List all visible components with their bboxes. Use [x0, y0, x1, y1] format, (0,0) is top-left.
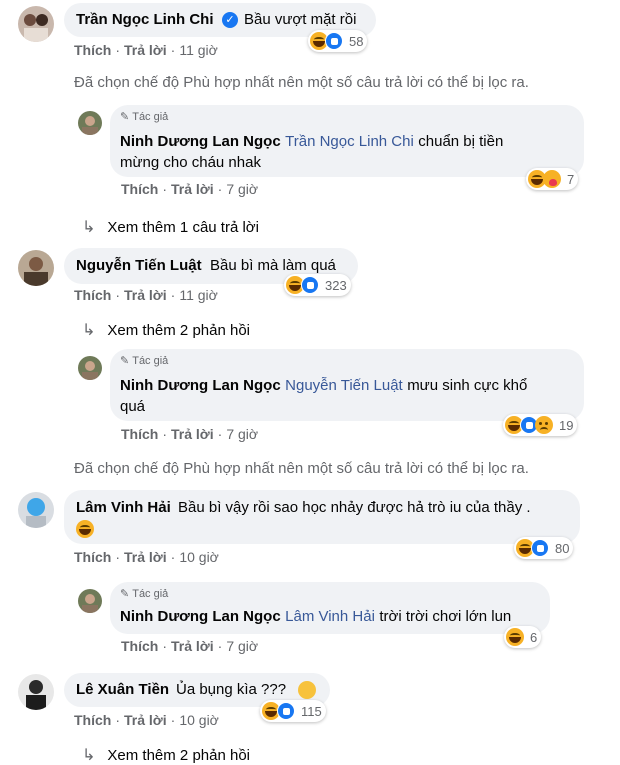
reaction-count: 58 — [349, 33, 364, 49]
comment-text: Bầu bì mà làm quá — [210, 257, 336, 274]
comment-actions: Thích · Trả lời · 10 giờ — [74, 549, 219, 565]
like-icon — [531, 539, 549, 557]
reply-link[interactable]: Trả lời — [124, 42, 167, 58]
like-icon — [277, 702, 295, 720]
reply-text: chuẩn bị tiền — [418, 133, 504, 150]
reply-link[interactable]: Trả lời — [124, 712, 167, 728]
reaction-count: 6 — [530, 629, 538, 645]
author-badge: ✎ Tác giả — [120, 110, 169, 124]
like-link[interactable]: Thích — [74, 42, 111, 58]
reply-link[interactable]: Trả lời — [171, 426, 214, 442]
sad-icon — [535, 416, 553, 434]
view-more-replies[interactable]: ↳ Xem thêm 2 phản hồi — [82, 745, 250, 765]
reply-link[interactable]: Trả lời — [124, 549, 167, 565]
reply-text: mừng cho cháu nhak — [120, 154, 261, 171]
like-link[interactable]: Thích — [74, 712, 111, 728]
like-icon — [325, 32, 343, 50]
reply-author[interactable]: Ninh Dương Lan Ngọc — [120, 377, 281, 394]
reaction-count: 7 — [567, 171, 575, 187]
view-more-replies[interactable]: ↳ Xem thêm 1 câu trả lời — [82, 217, 259, 237]
reply-bubble: ✎ Tác giả Ninh Dương Lan Ngọc Nguyễn Tiến… — [110, 349, 584, 421]
reaction-count: 19 — [559, 417, 574, 433]
mention-link[interactable]: Lâm Vinh Hải — [285, 608, 375, 625]
reply-actions: Thích · Trả lời · 7 giờ — [121, 426, 259, 442]
timestamp[interactable]: 11 giờ — [179, 287, 218, 303]
timestamp[interactable]: 10 giờ — [179, 712, 219, 728]
avatar-tran-ngoc-linh-chi[interactable] — [18, 6, 54, 42]
author-badge: ✎ Tác giả — [120, 354, 169, 368]
filter-note: Đã chọn chế độ Phù hợp nhất nên một số c… — [74, 460, 529, 477]
author-badge: ✎ Tác giả — [120, 587, 169, 601]
timestamp[interactable]: 10 giờ — [179, 549, 219, 565]
timestamp[interactable]: 11 giờ — [179, 42, 218, 58]
comment-author[interactable]: Trần Ngọc Linh Chi — [76, 11, 214, 28]
like-link[interactable]: Thích — [74, 549, 111, 565]
reply-link[interactable]: Trả lời — [171, 181, 214, 197]
reaction-summary[interactable]: 80 — [514, 537, 574, 559]
reply-arrow-icon: ↳ — [82, 322, 96, 339]
reply-link[interactable]: Trả lời — [171, 638, 214, 654]
reply-arrow-icon: ↳ — [82, 747, 96, 764]
comment-actions: Thích · Trả lời · 10 giờ — [74, 712, 219, 728]
filter-note: Đã chọn chế độ Phù hợp nhất nên một số c… — [74, 74, 529, 91]
reply-actions: Thích · Trả lời · 7 giờ — [121, 181, 259, 197]
reaction-count: 80 — [555, 540, 570, 556]
comment-actions: Thích · Trả lời · 11 giờ — [74, 287, 218, 303]
reaction-summary[interactable]: 58 — [308, 30, 368, 52]
timestamp[interactable]: 7 giờ — [226, 181, 258, 197]
reply-arrow-icon: ↳ — [82, 219, 96, 236]
comment-text: Bầu bì vậy rồi sao học nhảy được hả trò … — [178, 499, 531, 516]
reply-bubble: ✎ Tác giả Ninh Dương Lan Ngọc Trần Ngọc L… — [110, 105, 584, 177]
reply-text: trời trời chơi lớn lun — [379, 608, 512, 625]
pen-icon: ✎ — [120, 588, 130, 600]
flushed-emoji-icon — [298, 681, 316, 699]
comment-actions: Thích · Trả lời · 11 giờ — [74, 42, 218, 58]
avatar-ninh-duong-lan-ngoc[interactable] — [78, 589, 102, 613]
reaction-summary[interactable]: 323 — [284, 274, 351, 296]
care-icon — [543, 170, 561, 188]
reply-actions: Thích · Trả lời · 7 giờ — [121, 638, 259, 654]
comment-text: Ủa bụng kìa ??? — [176, 681, 287, 698]
reaction-count: 115 — [301, 703, 322, 719]
verified-badge-icon: ✓ — [222, 12, 238, 28]
comment-author[interactable]: Lâm Vinh Hải — [76, 499, 171, 516]
avatar-lam-vinh-hai[interactable] — [18, 492, 54, 528]
comment-author[interactable]: Nguyễn Tiến Luật — [76, 257, 202, 274]
pen-icon: ✎ — [120, 111, 130, 123]
like-link[interactable]: Thích — [121, 181, 158, 197]
mention-link[interactable]: Trần Ngọc Linh Chi — [285, 133, 414, 150]
comment-author[interactable]: Lê Xuân Tiền — [76, 681, 169, 698]
reply-bubble: ✎ Tác giả Ninh Dương Lan Ngọc Lâm Vinh Hả… — [110, 582, 550, 634]
reaction-summary[interactable]: 19 — [503, 414, 578, 436]
reaction-count: 323 — [325, 277, 347, 293]
mention-link[interactable]: Nguyễn Tiến Luật — [285, 377, 403, 394]
reaction-summary[interactable]: 115 — [260, 700, 326, 722]
view-more-replies[interactable]: ↳ Xem thêm 2 phản hồi — [82, 320, 250, 340]
avatar-ninh-duong-lan-ngoc[interactable] — [78, 111, 102, 135]
reaction-summary[interactable]: 7 — [526, 168, 579, 190]
avatar-nguyen-tien-luat[interactable] — [18, 250, 54, 286]
like-icon — [301, 276, 319, 294]
haha-icon — [506, 628, 524, 646]
like-link[interactable]: Thích — [121, 426, 158, 442]
avatar-ninh-duong-lan-ngoc[interactable] — [78, 356, 102, 380]
avatar-le-xuan-tien[interactable] — [18, 674, 54, 710]
reply-text: mưu sinh cực khổ — [407, 377, 528, 394]
reply-author[interactable]: Ninh Dương Lan Ngọc — [120, 133, 281, 150]
like-link[interactable]: Thích — [121, 638, 158, 654]
reaction-summary[interactable]: 6 — [504, 626, 542, 648]
like-link[interactable]: Thích — [74, 287, 111, 303]
comment-bubble: Lâm Vinh Hải Bầu bì vậy rồi sao học nhảy… — [64, 490, 580, 544]
reply-text: quá — [120, 398, 146, 415]
pen-icon: ✎ — [120, 355, 130, 367]
timestamp[interactable]: 7 giờ — [226, 426, 258, 442]
laughing-emoji-icon — [76, 520, 94, 538]
comment-text: Bầu vượt mặt rồi — [244, 11, 357, 28]
reply-link[interactable]: Trả lời — [124, 287, 167, 303]
timestamp[interactable]: 7 giờ — [226, 638, 258, 654]
reply-author[interactable]: Ninh Dương Lan Ngọc — [120, 608, 281, 625]
